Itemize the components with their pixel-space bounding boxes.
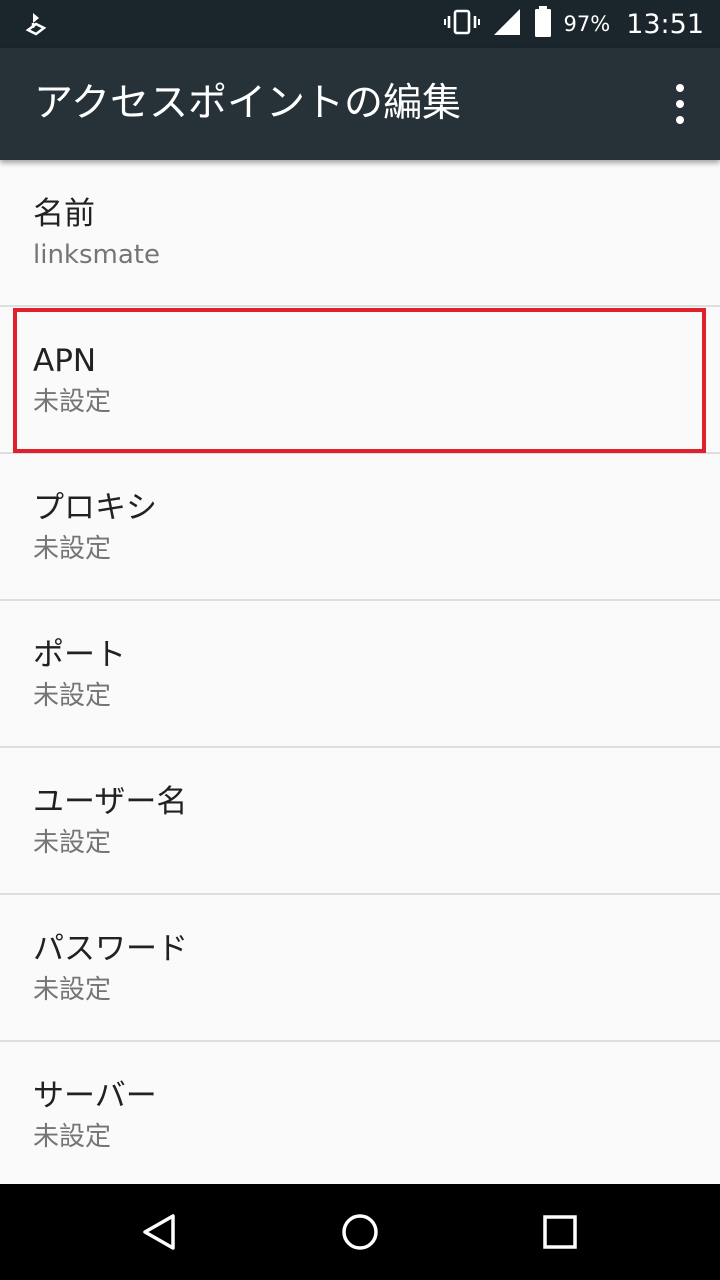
list-item-value: 未設定 (33, 1122, 112, 1152)
list-item-value: 未設定 (33, 387, 112, 417)
recents-icon[interactable] (530, 1202, 590, 1262)
vibrate-icon (443, 8, 480, 40)
list-item-value: 未設定 (33, 534, 112, 564)
navigation-bar (0, 1184, 720, 1280)
page-title: アクセスポイントの編集 (34, 81, 462, 126)
list-item-title: 名前 (33, 196, 95, 232)
list-item-port[interactable]: ポート 未設定 (0, 601, 720, 748)
list-item-username[interactable]: ユーザー名 未設定 (0, 748, 720, 895)
home-icon[interactable] (330, 1202, 390, 1262)
back-icon[interactable] (130, 1202, 190, 1262)
list-item-value: 未設定 (33, 828, 112, 858)
status-bar: 97% 13:51 (0, 0, 720, 48)
list-item-title: ポート (33, 637, 126, 673)
battery-icon (534, 6, 552, 42)
list-item-value: linksmate (33, 240, 160, 270)
battery-percent: 97% (563, 12, 611, 36)
app-bar: アクセスポイントの編集 (0, 48, 720, 160)
list-item-server[interactable]: サーバー 未設定 (0, 1042, 720, 1189)
notification-icon (22, 10, 50, 38)
list-item-title: ユーザー名 (33, 784, 188, 820)
clock: 13:51 (626, 8, 704, 40)
more-vert-icon[interactable] (668, 84, 692, 124)
list-item-value: 未設定 (33, 681, 112, 711)
list-item-title: パスワード (33, 931, 188, 967)
list-item-name[interactable]: 名前 linksmate (0, 160, 720, 307)
highlight-box (13, 308, 706, 453)
apn-settings-list: 名前 linksmate APN 未設定 プロキシ 未設定 ポート 未設定 ユー… (0, 160, 720, 1189)
list-item-proxy[interactable]: プロキシ 未設定 (0, 454, 720, 601)
list-item-apn[interactable]: APN 未設定 (0, 307, 720, 454)
list-item-value: 未設定 (33, 975, 112, 1005)
signal-icon (492, 7, 522, 41)
list-item-title: APN (33, 343, 97, 379)
list-item-password[interactable]: パスワード 未設定 (0, 895, 720, 1042)
list-item-title: サーバー (33, 1078, 157, 1114)
list-item-title: プロキシ (33, 490, 157, 526)
